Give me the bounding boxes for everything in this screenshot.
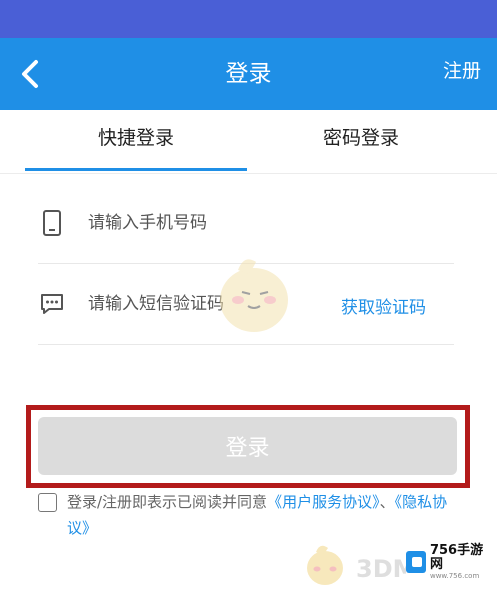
tab-password-login[interactable]: 密码登录 [250,110,472,174]
page-title: 登录 [225,61,272,87]
mascot-small-watermark-image [300,540,350,590]
agreement-text: 登录/注册即表示已阅读并同意《用户服务协议》、《隐私协议》 [67,489,467,541]
agreement-prefix: 登录/注册即表示已阅读并同意 [67,493,268,511]
phone-input[interactable] [88,204,328,242]
register-link[interactable]: 注册 [443,56,481,83]
tab-quick-login[interactable]: 快捷登录 [25,110,247,174]
site-logo-name: 756手游网 [429,543,484,572]
login-tabs: 快捷登录 密码登录 [0,110,497,174]
nav-bar: 登录 注册 [0,38,497,110]
site-logo: 756手游网 www.756.com [406,540,490,584]
back-button[interactable] [10,52,50,96]
agreement-checkbox[interactable] [38,493,57,512]
phone-icon [38,208,66,238]
site-logo-url: www.756.com [429,572,480,580]
message-icon [38,289,66,319]
status-bar [0,0,497,38]
user-agreement-link[interactable]: 《用户服务协议》 [267,493,380,511]
get-code-button[interactable]: 获取验证码 [341,293,426,318]
agreement-separator: 、 [379,493,395,511]
active-tab-indicator [25,168,247,171]
site-logo-mark [406,551,426,573]
mascot-watermark-image [208,248,300,340]
login-button[interactable]: 登录 [38,417,457,475]
chevron-left-icon [22,60,38,88]
